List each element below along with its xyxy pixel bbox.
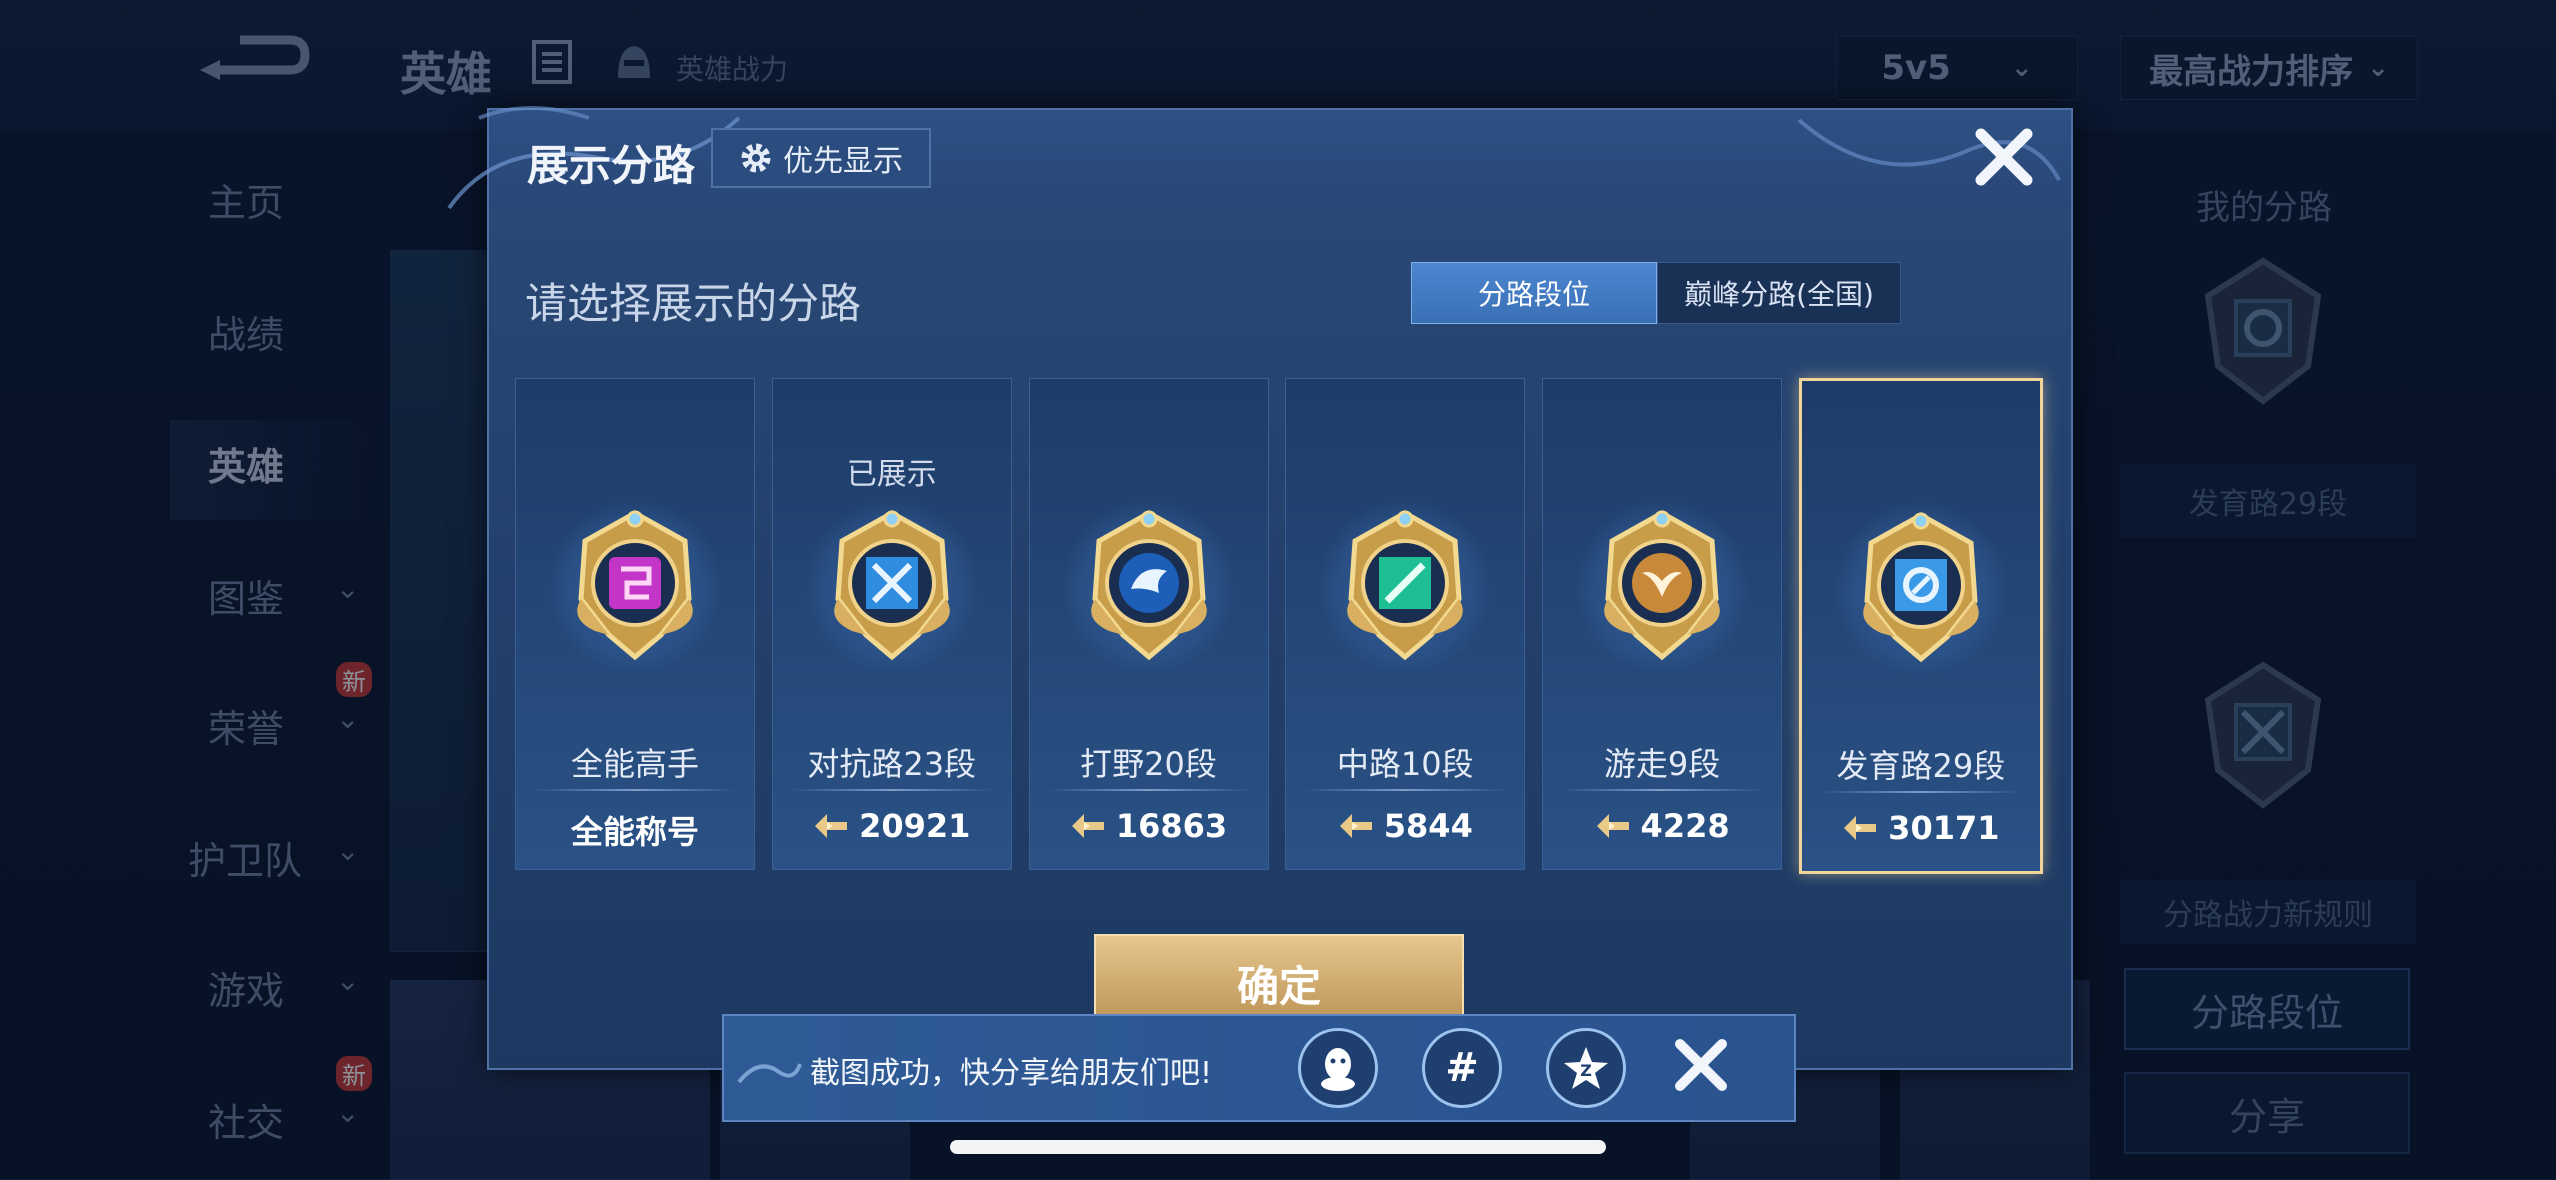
lane-name: 游走9段 [1603, 745, 1721, 783]
toast-message: 截图成功，快分享给朋友们吧! [810, 1056, 1213, 1091]
dialog-subtitle: 请选择展示的分路 [525, 279, 862, 328]
lane-card[interactable]: 中路10段 5844 [1285, 378, 1526, 870]
lane-power: 5844 [1286, 807, 1524, 845]
lane-emblem [535, 487, 735, 687]
hash-icon: # [1445, 1045, 1479, 1091]
svg-text:Z: Z [1580, 1061, 1592, 1080]
lane-tabs: 分路段位 巅峰分路(全国) [1411, 262, 1901, 324]
power-icon [1071, 814, 1104, 838]
power-icon [1596, 814, 1629, 838]
divider [1819, 791, 2022, 793]
priority-display-label: 优先显示 [783, 144, 903, 179]
jungle-lane-emblem-icon [1090, 510, 1207, 661]
lane-power: 4228 [1543, 807, 1781, 845]
lane-card[interactable]: 已展示 对抗路23段 20921 [771, 378, 1012, 870]
lane-emblem [1305, 487, 1505, 687]
lane-power: 全能称号 [516, 807, 754, 853]
lane-name: 中路10段 [1336, 745, 1474, 783]
divider [1304, 789, 1507, 791]
lane-power-value: 20921 [859, 807, 971, 845]
qzone-share-button[interactable]: Z [1546, 1028, 1626, 1108]
lane-name: 打野20段 [1080, 745, 1217, 783]
topic-share-button[interactable]: # [1422, 1028, 1502, 1108]
lane-card[interactable]: 游走9段 4228 [1542, 378, 1783, 870]
lane-emblem [792, 487, 992, 687]
close-icon[interactable] [1969, 122, 2039, 192]
lane-emblem [1049, 487, 1249, 687]
lane-power-value: 16863 [1115, 807, 1228, 845]
lane-power-value: 全能称号 [570, 813, 699, 851]
power-icon [815, 814, 848, 838]
show-lane-dialog: 展示分路 优先显示 请选择展示的分路 分路段位 巅峰分路(全国) 全能高手全能称… [447, 106, 2073, 1070]
divider [1561, 789, 1764, 791]
divider [1047, 789, 1250, 791]
divider [534, 789, 736, 791]
qzone-star-icon: Z [1564, 1047, 1608, 1089]
home-indicator[interactable] [950, 1140, 1606, 1154]
close-icon[interactable] [1670, 1034, 1732, 1096]
priority-display-button[interactable]: 优先显示 [711, 128, 931, 188]
mid-lane-emblem-icon [1347, 510, 1464, 661]
lane-power-value: 4228 [1640, 807, 1730, 845]
lane-power-value: 30171 [1888, 809, 2000, 847]
screenshot-toast: 截图成功，快分享给朋友们吧! # Z [722, 1014, 1796, 1122]
clash-lane-emblem-icon [833, 510, 950, 661]
gear-icon [741, 143, 771, 173]
lane-card[interactable]: 全能高手 全能称号 [515, 378, 755, 870]
allround-lane-emblem-icon [577, 510, 693, 661]
lane-power: 20921 [773, 807, 1011, 845]
lane-name: 对抗路23段 [807, 745, 977, 783]
lane-emblem [1562, 487, 1762, 687]
lane-card[interactable]: 打野20段 16863 [1028, 378, 1269, 870]
qq-penguin-icon [1321, 1048, 1355, 1091]
power-icon [1339, 814, 1372, 838]
lane-name: 发育路29段 [1836, 747, 2006, 785]
qq-share-button[interactable] [1298, 1028, 1378, 1108]
power-icon [1844, 816, 1877, 840]
divider [790, 789, 993, 791]
roam-lane-emblem-icon [1604, 510, 1720, 661]
lane-power: 16863 [1030, 807, 1268, 845]
farm-lane-emblem-icon [1863, 512, 1979, 663]
decorative-swirl-icon [737, 1063, 802, 1084]
tab-peak-lane[interactable]: 巅峰分路(全国) [1656, 262, 1901, 324]
tab-lane-rank[interactable]: 分路段位 [1411, 262, 1657, 324]
lane-card[interactable]: 发育路29段 30171 [1798, 378, 2043, 874]
lane-name: 全能高手 [570, 745, 699, 783]
lane-emblem [1821, 489, 2021, 689]
lane-power: 30171 [1802, 809, 2040, 847]
dialog-title: 展示分路 [527, 141, 696, 190]
lane-power-value: 5844 [1383, 807, 1473, 845]
